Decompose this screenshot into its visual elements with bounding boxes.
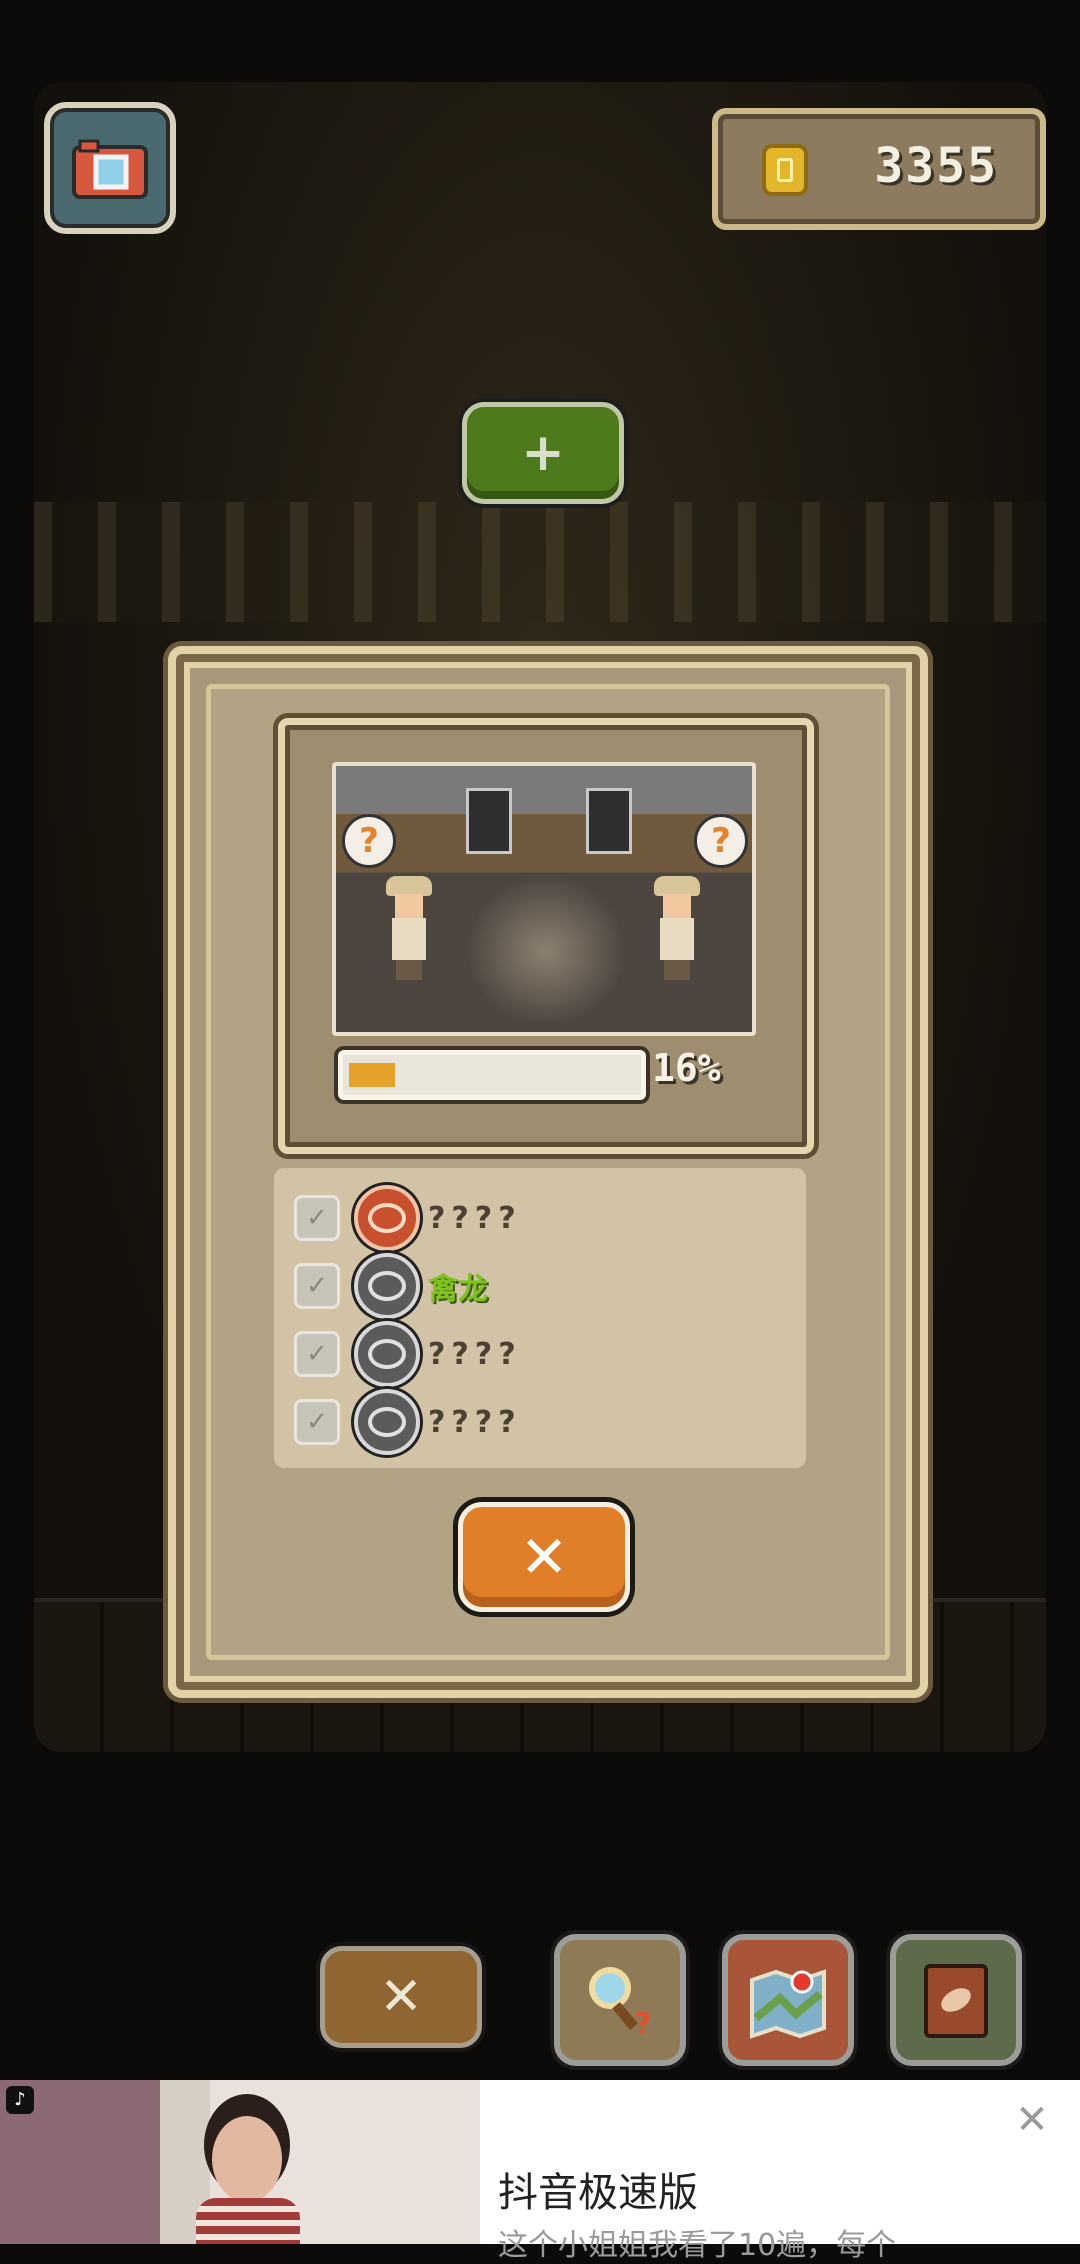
fossil-name: 禽龙	[428, 1272, 488, 1307]
encyclopedia-button[interactable]	[890, 1934, 1022, 2066]
svg-text:?: ?	[634, 2007, 651, 2042]
shelf-computer-left	[466, 788, 512, 854]
map-button[interactable]	[722, 1934, 854, 2066]
fossil-name: ????	[428, 1404, 522, 1440]
fossil-name: ????	[428, 1200, 522, 1236]
question-bubble-right: ?	[694, 814, 748, 868]
list-item: ✓ 禽龙	[294, 1253, 488, 1319]
ad-person	[212, 2116, 282, 2202]
check-icon: ✓	[294, 1331, 340, 1377]
add-button[interactable]: +	[462, 402, 624, 504]
coin-icon	[762, 144, 808, 196]
fossil-icon	[354, 1321, 420, 1387]
magnifier-icon: ?	[589, 1967, 651, 2042]
coin-value: 3355	[874, 138, 998, 194]
cancel-button[interactable]: ✕	[320, 1946, 482, 2048]
fossil-found-icon	[354, 1185, 420, 1251]
shelf-computer-right	[586, 788, 632, 854]
research-scene: ? ?	[332, 762, 756, 1036]
fossil-spotlight	[466, 876, 626, 1026]
progress-percent: 16%	[652, 1046, 721, 1090]
fossil-name: ????	[428, 1336, 522, 1372]
fossil-icon	[354, 1389, 420, 1455]
ad-person-body	[196, 2198, 300, 2244]
coin-counter: 3355	[712, 108, 1046, 230]
check-icon: ✓	[294, 1195, 340, 1241]
check-icon: ✓	[294, 1263, 340, 1309]
ad-close-button[interactable]: ✕	[1012, 2100, 1052, 2140]
map-icon	[750, 1969, 826, 2039]
researcher-left	[386, 876, 432, 980]
question-bubble-left: ?	[342, 814, 396, 868]
fossil-icon	[354, 1253, 420, 1319]
list-item: ✓ ????	[294, 1321, 522, 1387]
researcher-right	[654, 876, 700, 980]
fossil-list: ✓ ???? ✓ 禽龙 ✓ ???? ✓ ????	[274, 1168, 806, 1468]
camera-icon	[72, 139, 148, 199]
list-item: ✓ ????	[294, 1389, 522, 1455]
camera-button[interactable]	[44, 102, 176, 234]
check-icon: ✓	[294, 1399, 340, 1445]
ad-video-thumbnail[interactable]: ♪	[0, 2080, 480, 2244]
book-icon	[924, 1964, 988, 2038]
ad-subtitle[interactable]: 这个小姐姐我看了10遍，每个	[498, 2220, 896, 2264]
list-item: ✓ ????	[294, 1185, 522, 1251]
progress-fill	[349, 1063, 395, 1087]
close-dialog-button[interactable]: ✕	[458, 1502, 630, 1612]
tiktok-logo-icon: ♪	[6, 2086, 34, 2114]
ad-title[interactable]: 抖音极速版	[498, 2160, 698, 2218]
research-button[interactable]: ?	[554, 1934, 686, 2066]
research-progress-bar	[338, 1050, 646, 1100]
curtain-decoration	[34, 502, 1046, 622]
